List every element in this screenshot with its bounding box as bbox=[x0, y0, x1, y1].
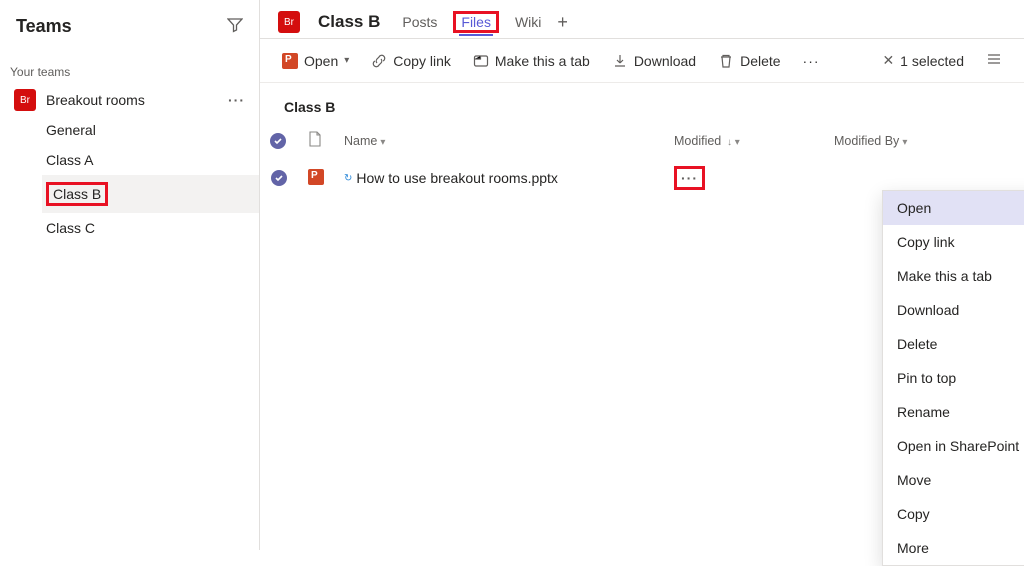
copylink-button[interactable]: Copy link bbox=[371, 53, 451, 69]
team-name: Breakout rooms bbox=[46, 92, 228, 108]
filter-icon[interactable] bbox=[227, 17, 243, 36]
team-more-button[interactable]: ··· bbox=[228, 92, 245, 108]
files-command-bar: Open ▾ Copy link Make this a tab Downloa… bbox=[260, 39, 1024, 83]
make-tab-label: Make this a tab bbox=[495, 53, 590, 69]
sort-desc-icon: ↓ ▾ bbox=[724, 137, 740, 148]
selection-label: 1 selected bbox=[900, 53, 964, 69]
channel-class-b[interactable]: Class B bbox=[42, 175, 259, 213]
view-options-icon[interactable] bbox=[986, 51, 1002, 70]
tab-wiki[interactable]: Wiki bbox=[513, 10, 543, 34]
download-label: Download bbox=[634, 53, 696, 69]
trash-icon bbox=[718, 53, 734, 69]
chevron-down-icon: ▾ bbox=[902, 137, 907, 148]
open-label: Open bbox=[304, 53, 338, 69]
chevron-down-icon: ▾ bbox=[380, 137, 385, 148]
column-modified[interactable]: Modified ↓ ▾ bbox=[664, 123, 824, 158]
tab-files[interactable]: Files bbox=[459, 10, 493, 36]
ctx-rename[interactable]: Rename bbox=[883, 395, 1024, 429]
team-avatar: Br bbox=[14, 89, 36, 111]
chevron-down-icon: ▾ bbox=[344, 55, 349, 66]
breadcrumb[interactable]: Class B bbox=[260, 83, 1024, 123]
channel-avatar: Br bbox=[278, 11, 300, 33]
ctx-more[interactable]: More › bbox=[883, 531, 1024, 565]
ctx-move[interactable]: Move bbox=[883, 463, 1024, 497]
delete-label: Delete bbox=[740, 53, 780, 69]
ctx-open[interactable]: Open › bbox=[883, 191, 1024, 225]
download-button[interactable]: Download bbox=[612, 53, 696, 69]
ctx-copy-link[interactable]: Copy link bbox=[883, 225, 1024, 259]
ctx-make-tab[interactable]: Make this a tab bbox=[883, 259, 1024, 293]
channel-general[interactable]: General bbox=[42, 115, 259, 145]
column-name[interactable]: Name▾ bbox=[334, 123, 664, 158]
annotation-highlight: Files bbox=[453, 11, 499, 33]
more-commands-button[interactable]: ··· bbox=[803, 53, 820, 69]
annotation-highlight: Class B bbox=[46, 182, 108, 206]
make-tab-button[interactable]: Make this a tab bbox=[473, 53, 590, 69]
team-row[interactable]: Br Breakout rooms ··· bbox=[0, 85, 259, 115]
ctx-open-sharepoint[interactable]: Open in SharePoint bbox=[883, 429, 1024, 463]
ctx-pin[interactable]: Pin to top bbox=[883, 361, 1024, 395]
tab-icon bbox=[473, 53, 489, 69]
channel-list: General Class A Class B Class C bbox=[0, 115, 259, 243]
delete-button[interactable]: Delete bbox=[718, 53, 780, 69]
context-menu: Open › Copy link Make this a tab Downloa… bbox=[882, 190, 1024, 566]
column-modified-by[interactable]: Modified By▾ bbox=[824, 123, 1024, 158]
download-icon bbox=[612, 53, 628, 69]
sidebar-section-label: Your teams bbox=[0, 47, 259, 85]
file-name-cell[interactable]: ↻ How to use breakout rooms.pptx bbox=[344, 170, 654, 186]
file-table: Name▾ Modified ↓ ▾ Modified By▾ ↻ How to… bbox=[260, 123, 1024, 198]
ctx-download[interactable]: Download bbox=[883, 293, 1024, 327]
sidebar-title: Teams bbox=[16, 16, 72, 37]
open-button[interactable]: Open ▾ bbox=[282, 53, 349, 69]
powerpoint-icon bbox=[282, 53, 298, 69]
sync-icon: ↻ bbox=[344, 173, 352, 184]
row-checkbox[interactable] bbox=[271, 170, 287, 186]
powerpoint-icon bbox=[308, 169, 324, 185]
column-select[interactable] bbox=[260, 123, 298, 158]
selection-count[interactable]: ✕ 1 selected bbox=[882, 52, 964, 69]
teams-sidebar: Teams Your teams Br Breakout rooms ··· G… bbox=[0, 0, 260, 550]
row-more-button[interactable]: ··· bbox=[674, 166, 705, 190]
file-name: How to use breakout rooms.pptx bbox=[356, 170, 558, 186]
clear-selection-icon[interactable]: ✕ bbox=[882, 52, 894, 69]
copylink-label: Copy link bbox=[393, 53, 451, 69]
ctx-delete[interactable]: Delete bbox=[883, 327, 1024, 361]
link-icon bbox=[371, 53, 387, 69]
channel-class-a[interactable]: Class A bbox=[42, 145, 259, 175]
select-all-checkbox[interactable] bbox=[270, 133, 286, 149]
channel-title: Class B bbox=[318, 12, 380, 32]
column-type-icon bbox=[298, 123, 334, 158]
add-tab-button[interactable]: + bbox=[557, 12, 568, 33]
ctx-copy[interactable]: Copy bbox=[883, 497, 1024, 531]
channel-class-c[interactable]: Class C bbox=[42, 213, 259, 243]
channel-header: Br Class B Posts Files Wiki + bbox=[260, 0, 1024, 39]
tab-posts[interactable]: Posts bbox=[400, 10, 439, 34]
main-pane: Br Class B Posts Files Wiki + Open ▾ Cop… bbox=[260, 0, 1024, 550]
